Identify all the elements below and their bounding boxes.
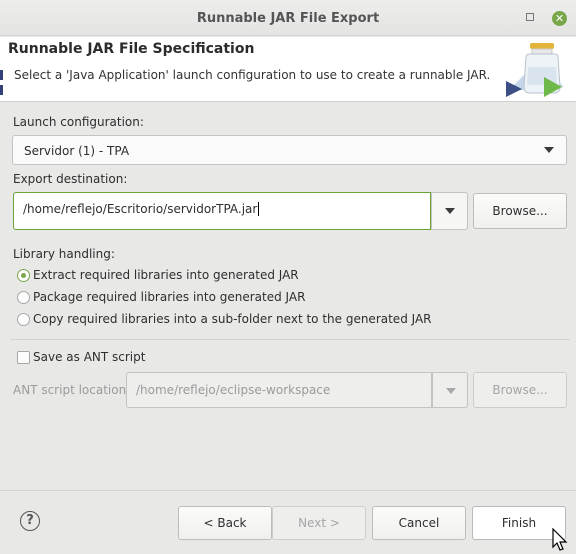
chevron-down-icon bbox=[445, 208, 455, 214]
ant-script-location-value: /home/reflejo/eclipse-workspace bbox=[136, 383, 331, 397]
package-libraries-label: Package required libraries into generate… bbox=[33, 290, 306, 304]
cancel-button[interactable]: Cancel bbox=[372, 506, 466, 540]
save-ant-script-label: Save as ANT script bbox=[33, 350, 146, 364]
help-icon[interactable]: ? bbox=[20, 511, 40, 531]
copy-libraries-radio[interactable] bbox=[17, 313, 30, 326]
copy-libraries-label: Copy required libraries into a sub-folde… bbox=[33, 312, 432, 326]
page-description: Select a 'Java Application' launch confi… bbox=[14, 68, 491, 82]
export-destination-input[interactable]: /home/reflejo/Escritorio/servidorTPA.jar bbox=[13, 192, 431, 230]
library-handling-label: Library handling: bbox=[13, 247, 115, 261]
save-ant-script-checkbox[interactable] bbox=[17, 351, 30, 364]
package-libraries-radio[interactable] bbox=[17, 291, 30, 304]
extract-libraries-radio[interactable] bbox=[17, 269, 30, 282]
restore-icon[interactable] bbox=[526, 13, 534, 21]
title-bar: Runnable JAR File Export ✕ bbox=[0, 0, 576, 36]
background-edge bbox=[0, 70, 3, 80]
export-destination-value: /home/reflejo/Escritorio/servidorTPA.jar bbox=[23, 202, 258, 216]
page-title: Runnable JAR File Specification bbox=[8, 41, 255, 57]
text-caret bbox=[258, 202, 260, 216]
footer-divider bbox=[0, 490, 576, 491]
ant-script-location-input[interactable]: /home/reflejo/eclipse-workspace bbox=[126, 372, 432, 408]
background-edge bbox=[0, 85, 3, 95]
window-title: Runnable JAR File Export bbox=[196, 11, 380, 26]
export-browse-button[interactable]: Browse... bbox=[473, 193, 567, 229]
export-destination-dropdown[interactable] bbox=[431, 192, 468, 230]
launch-configuration-label: Launch configuration: bbox=[13, 115, 144, 129]
wizard-header: Runnable JAR File Specification Select a… bbox=[0, 37, 576, 102]
back-button[interactable]: < Back bbox=[178, 506, 272, 540]
mouse-pointer-icon bbox=[552, 528, 568, 551]
chevron-down-icon bbox=[544, 147, 554, 153]
launch-configuration-value: Servidor (1) - TPA bbox=[24, 144, 130, 158]
chevron-down-icon bbox=[446, 388, 456, 394]
ant-script-location-label: ANT script location: bbox=[13, 383, 131, 397]
divider bbox=[10, 339, 570, 340]
launch-configuration-combo[interactable]: Servidor (1) - TPA bbox=[12, 135, 567, 165]
jar-export-icon bbox=[506, 43, 564, 97]
close-icon[interactable]: ✕ bbox=[552, 11, 567, 26]
export-destination-label: Export destination: bbox=[13, 172, 128, 186]
ant-browse-button[interactable]: Browse... bbox=[473, 372, 567, 408]
extract-libraries-label: Extract required libraries into generate… bbox=[33, 268, 299, 282]
next-button[interactable]: Next > bbox=[272, 506, 366, 540]
ant-script-location-dropdown[interactable] bbox=[432, 372, 468, 408]
